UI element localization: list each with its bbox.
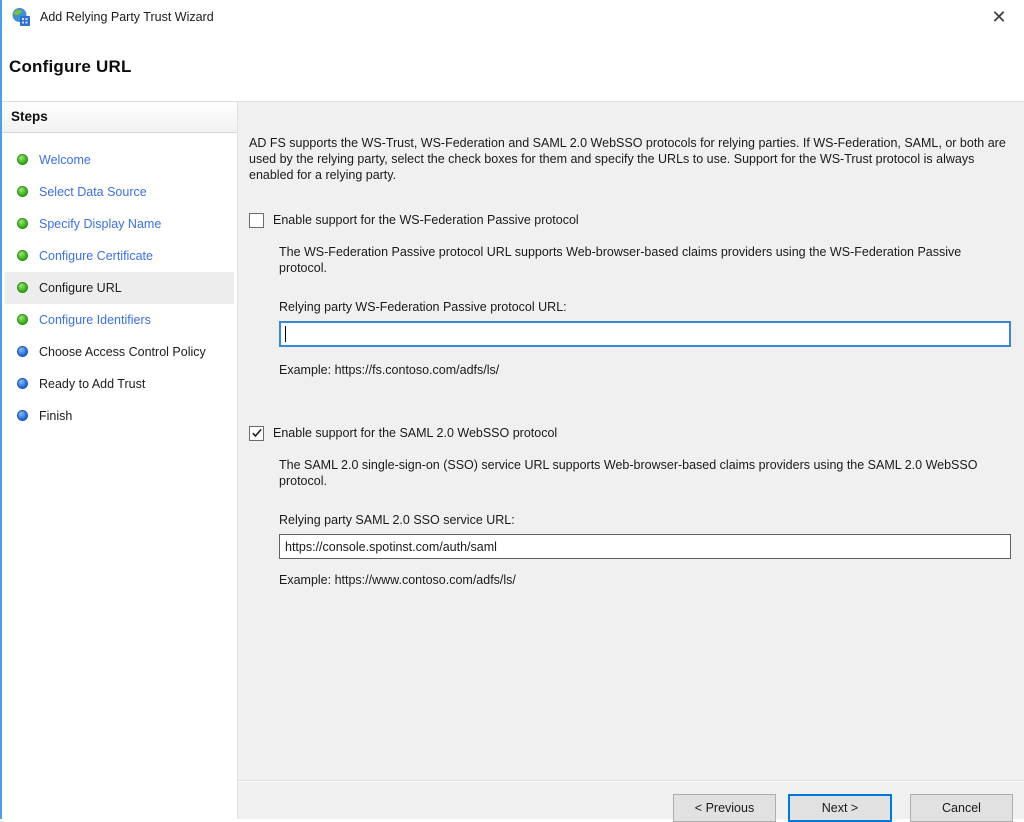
- wsfed-example-text: Example: https://fs.contoso.com/adfs/ls/: [279, 362, 1021, 378]
- steps-header: Steps: [2, 102, 237, 133]
- sidebar-item-choose-access-control-policy: Choose Access Control Policy: [5, 336, 234, 368]
- step-label: Configure URL: [39, 281, 122, 295]
- intro-text: AD FS supports the WS-Trust, WS-Federati…: [249, 135, 1021, 183]
- sidebar-item-select-data-source[interactable]: Select Data Source: [5, 176, 234, 208]
- wsfed-checkbox-unchecked[interactable]: [249, 213, 264, 228]
- completed-step-dot-icon: [17, 282, 28, 293]
- saml-description: The SAML 2.0 single-sign-on (SSO) servic…: [279, 457, 1019, 489]
- configure-url-panel: AD FS supports the WS-Trust, WS-Federati…: [238, 102, 1024, 819]
- checkmark-icon: [251, 427, 263, 439]
- step-label: Configure Certificate: [39, 249, 153, 263]
- completed-step-dot-icon: [17, 154, 28, 165]
- previous-button[interactable]: < Previous: [673, 794, 776, 822]
- sidebar-item-finish: Finish: [5, 400, 234, 432]
- wsfed-description: The WS-Federation Passive protocol URL s…: [279, 244, 987, 276]
- step-label: Finish: [39, 409, 72, 423]
- text-caret: [285, 326, 286, 342]
- saml-enable-checkbox-row[interactable]: Enable support for the SAML 2.0 WebSSO p…: [249, 425, 1021, 441]
- next-button[interactable]: Next >: [788, 794, 892, 822]
- page-title: Configure URL: [9, 57, 132, 77]
- step-label: Ready to Add Trust: [39, 377, 145, 391]
- completed-step-dot-icon: [17, 250, 28, 261]
- adfs-wizard-app-icon: [11, 7, 31, 27]
- cancel-button[interactable]: Cancel: [910, 794, 1013, 822]
- sidebar-item-configure-identifiers[interactable]: Configure Identifiers: [5, 304, 234, 336]
- saml-example-text: Example: https://www.contoso.com/adfs/ls…: [279, 572, 1021, 588]
- window-title: Add Relying Party Trust Wizard: [40, 10, 214, 24]
- completed-step-dot-icon: [17, 314, 28, 325]
- upcoming-step-dot-icon: [17, 378, 28, 389]
- sidebar-item-configure-url[interactable]: Configure URL: [5, 272, 234, 304]
- saml-url-label: Relying party SAML 2.0 SSO service URL:: [279, 512, 1021, 528]
- upcoming-step-dot-icon: [17, 410, 28, 421]
- upcoming-step-dot-icon: [17, 346, 28, 357]
- sidebar-item-configure-certificate[interactable]: Configure Certificate: [5, 240, 234, 272]
- steps-list: Welcome Select Data Source Specify Displ…: [2, 133, 237, 432]
- sidebar-item-welcome[interactable]: Welcome: [5, 144, 234, 176]
- saml-checkbox-label: Enable support for the SAML 2.0 WebSSO p…: [273, 425, 557, 441]
- completed-step-dot-icon: [17, 186, 28, 197]
- close-icon[interactable]: ✕: [986, 4, 1012, 30]
- completed-step-dot-icon: [17, 218, 28, 229]
- window-border: [0, 0, 2, 819]
- step-label: Welcome: [39, 153, 91, 167]
- title-bar: Add Relying Party Trust Wizard: [2, 0, 1024, 34]
- wsfed-checkbox-label: Enable support for the WS-Federation Pas…: [273, 212, 579, 228]
- step-label: Configure Identifiers: [39, 313, 151, 327]
- wsfed-enable-checkbox-row[interactable]: Enable support for the WS-Federation Pas…: [249, 212, 1021, 228]
- wizard-body: Steps Welcome Select Data Source Specify…: [2, 101, 1024, 819]
- step-label: Choose Access Control Policy: [39, 345, 206, 359]
- step-label: Select Data Source: [39, 185, 147, 199]
- saml-checkbox-checked[interactable]: [249, 426, 264, 441]
- wsfed-url-label: Relying party WS-Federation Passive prot…: [279, 299, 1021, 315]
- wsfed-url-input[interactable]: [279, 321, 1011, 347]
- saml-url-input[interactable]: [279, 534, 1011, 559]
- sidebar-item-ready-to-add-trust: Ready to Add Trust: [5, 368, 234, 400]
- step-label: Specify Display Name: [39, 217, 161, 231]
- sidebar-item-specify-display-name[interactable]: Specify Display Name: [5, 208, 234, 240]
- steps-sidebar: Steps Welcome Select Data Source Specify…: [2, 102, 238, 819]
- footer-divider-highlight: [238, 781, 1024, 782]
